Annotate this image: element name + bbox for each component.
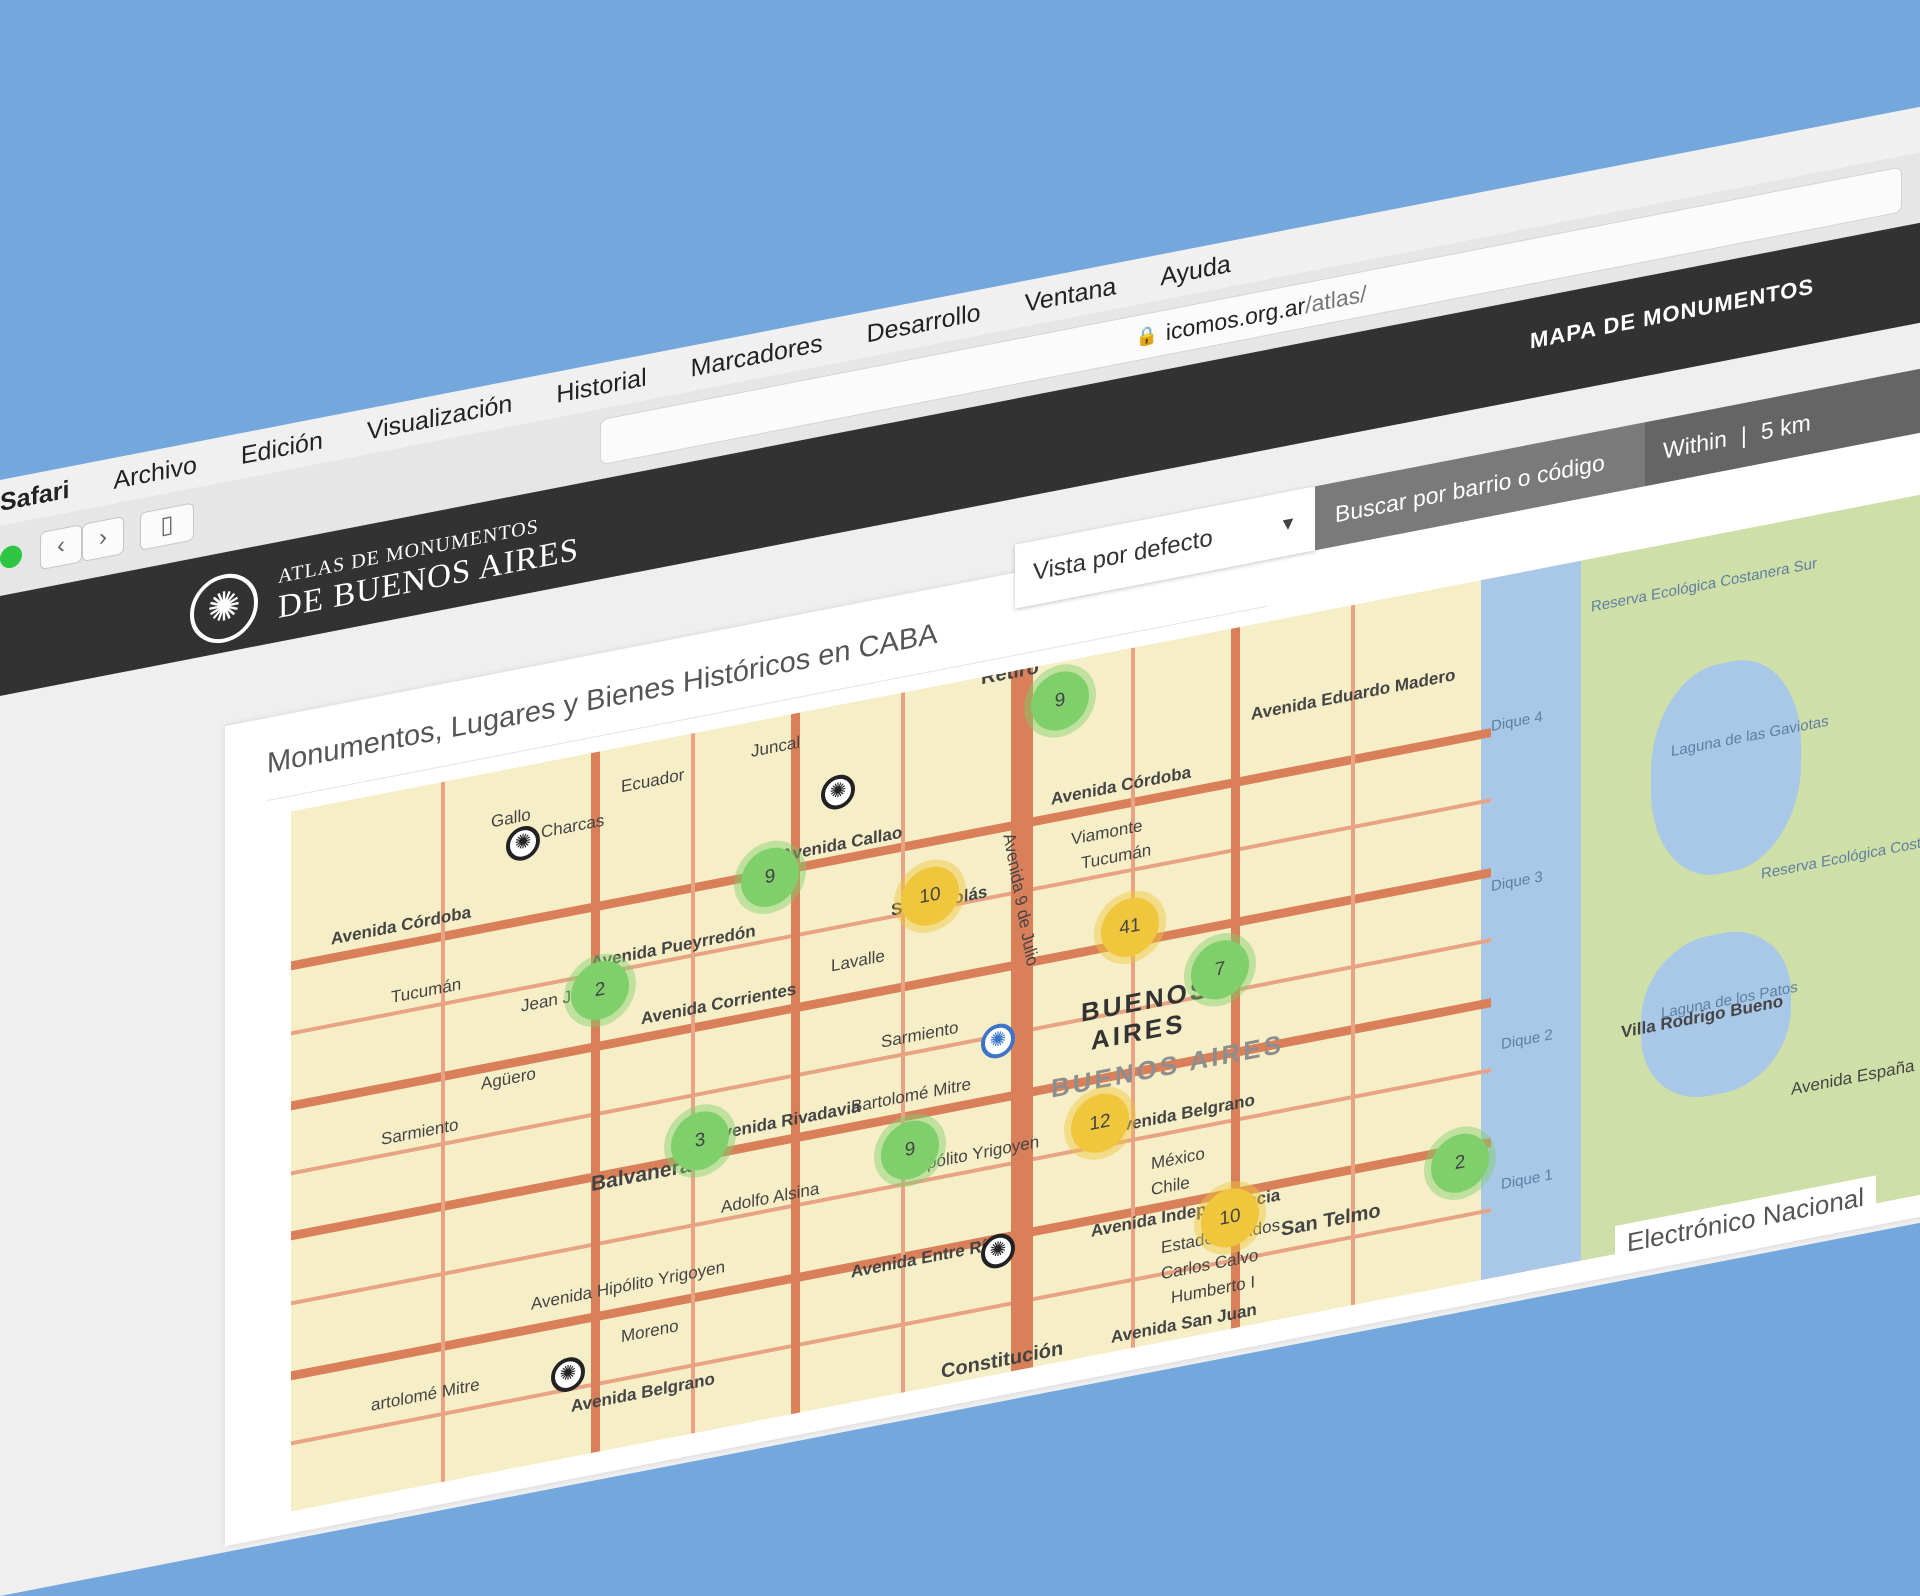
cluster-marker[interactable]: 41 <box>1101 892 1159 962</box>
sidebar-icon: ▯ <box>160 510 174 540</box>
label-moreno: Moreno <box>621 1316 679 1347</box>
url-path: /atlas/ <box>1305 279 1367 318</box>
cluster-marker[interactable]: 9 <box>881 1115 939 1185</box>
road-san-juan <box>291 1208 1491 1446</box>
road-9-de-julio <box>1011 667 1033 1372</box>
monument-pin-icon[interactable]: ✺ <box>506 823 540 864</box>
url-host: icomos.org.ar <box>1165 291 1306 345</box>
forward-button[interactable]: › <box>82 515 124 563</box>
label-lavalle: Lavalle <box>831 945 885 976</box>
map-canvas[interactable]: Retiro Juncal Charcas Ecuador Gallo Aven… <box>291 492 1920 1512</box>
label-chile: Chile <box>1151 1172 1190 1200</box>
atlas-logo-icon[interactable]: ✺ <box>190 567 258 650</box>
road-cordoba <box>291 728 1491 971</box>
back-button[interactable]: ‹ <box>40 524 82 571</box>
cluster-marker[interactable]: 7 <box>1191 935 1249 1005</box>
menu-item-ayuda[interactable]: Ayuda <box>1160 249 1230 292</box>
within-label: Within <box>1663 424 1727 464</box>
caret-down-icon: ▼ <box>1279 511 1297 535</box>
within-distance-control[interactable]: Within | 5 km <box>1645 356 1920 487</box>
label-constitucion: Constitución <box>941 1337 1064 1384</box>
lock-icon: 🔒 <box>1135 323 1158 348</box>
road-minor-5 <box>1351 604 1355 1306</box>
within-value: 5 km <box>1760 408 1811 445</box>
label-mexico: México <box>1151 1143 1205 1174</box>
sidebar-toggle-button[interactable]: ▯ <box>140 502 194 551</box>
label-ecuador: Ecuador <box>621 764 685 797</box>
road-callao <box>791 712 800 1415</box>
view-select-value: Vista por defecto <box>1033 524 1213 587</box>
cluster-marker[interactable]: 9 <box>1031 666 1089 736</box>
monument-pin-icon[interactable]: ✺ <box>821 771 855 813</box>
label-9-de-julio: Avenida 9 de Julio <box>999 830 1043 969</box>
cluster-marker[interactable]: 2 <box>571 955 629 1026</box>
view-select[interactable]: Vista por defecto ▼ <box>1015 486 1315 609</box>
menu-item-edicion[interactable]: Edición <box>241 426 323 471</box>
selected-monument-pin-icon[interactable]: ✺ <box>981 1020 1015 1062</box>
menu-app-name[interactable]: Safari <box>0 475 69 518</box>
search-placeholder: Buscar por barrio o código <box>1335 448 1605 528</box>
reserve-park-area <box>1581 492 1920 1261</box>
window-zoom-button[interactable] <box>0 543 22 570</box>
screen: Safari Archivo Edición Visualización His… <box>0 0 1920 1596</box>
within-separator: | <box>1740 420 1747 449</box>
search-area-input[interactable]: Buscar por barrio o código <box>1315 422 1645 551</box>
cluster-marker[interactable]: 10 <box>901 861 959 931</box>
cluster-marker[interactable]: 3 <box>671 1106 729 1176</box>
menu-item-archivo[interactable]: Archivo <box>113 450 196 495</box>
road-pueyrredon <box>591 751 600 1454</box>
road-minor-2 <box>691 732 695 1434</box>
